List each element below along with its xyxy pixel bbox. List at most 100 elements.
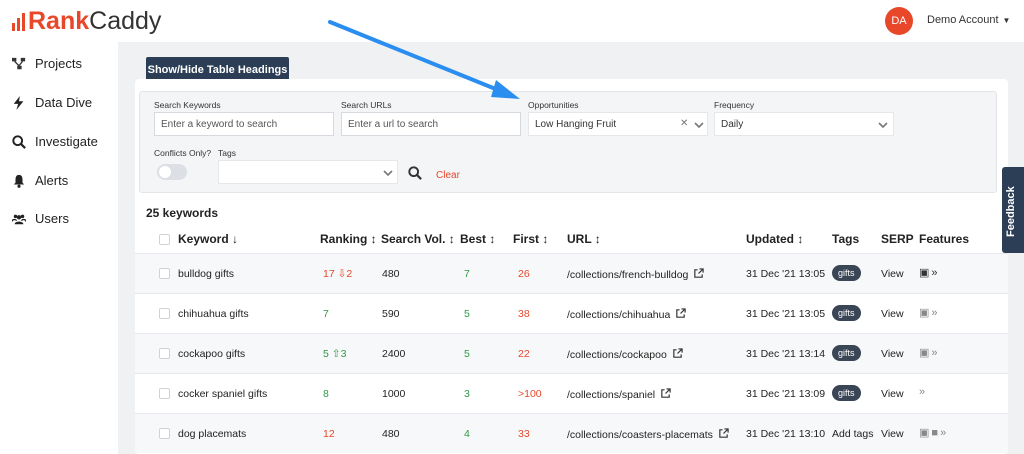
image-feature-icon: ▣ [919,347,930,359]
tag-badge[interactable]: gifts [832,385,861,401]
tag-badge[interactable]: gifts [832,265,861,281]
keywords-card: Search Keywords Enter a keyword to searc… [135,79,1008,454]
tags-select[interactable] [218,160,398,184]
search-icon [12,134,26,149]
url-cell[interactable]: /collections/chihuahua [567,308,687,321]
double-chevron-icon: » [919,386,926,398]
select-all-checkbox[interactable] [159,234,170,245]
chevron-down-icon[interactable] [878,122,888,129]
keyword-cell: dog placemats [178,428,247,440]
serp-view-link[interactable]: View [881,388,904,400]
external-link-icon[interactable] [693,268,705,279]
clear-filters-link[interactable]: Clear [436,170,460,181]
updated-cell: 31 Dec '21 13:09 [746,388,826,400]
features-cell[interactable]: » [919,386,925,398]
ranking-value: 7 [323,308,329,320]
col-keyword-label: Keyword ↓ [178,232,239,246]
external-link-icon[interactable] [660,388,671,399]
table-row[interactable]: chihuahua gifts 7 590 5 38 /collections/… [135,293,1008,333]
sidebar-item-data-dive[interactable]: Data Dive [12,95,92,110]
search-keywords-input[interactable]: Enter a keyword to search [154,112,334,136]
first-cell: 33 [518,428,530,440]
frequency-select[interactable]: Daily [714,112,894,136]
sidebar-item-label: Investigate [35,134,98,149]
table-row[interactable]: cocker spaniel gifts 8 1000 3 >100 /coll… [135,373,1008,413]
logo-bars-icon [12,11,25,31]
projects-icon [12,57,26,69]
search-keywords-label: Search Keywords [154,100,221,110]
col-search-vol[interactable]: Search Vol. ↕ [381,232,455,246]
rankcaddy-logo[interactable]: Rank Caddy [12,8,161,34]
feedback-tab[interactable]: Feedback [1002,167,1024,253]
col-first[interactable]: First ↕ [513,232,548,246]
sidebar-item-investigate[interactable]: Investigate [12,134,98,149]
ranking-cell: 8 [323,388,329,400]
row-checkbox[interactable] [159,348,170,359]
main-content: Show/Hide Table Headings Search Keywords… [118,42,1024,454]
external-link-icon[interactable] [675,308,687,319]
search-icon[interactable] [408,166,422,180]
sidebar-item-alerts[interactable]: Alerts [12,173,68,188]
row-checkbox[interactable] [159,308,170,319]
url-cell[interactable]: /collections/french-bulldog [567,268,705,281]
sidebar-item-projects[interactable]: Projects [12,56,82,71]
add-tags-link[interactable]: Add tags [832,428,873,440]
ranking-value: 12 [323,428,335,440]
logo-text-rank: Rank [28,7,90,35]
serp-view-link[interactable]: View [881,348,904,360]
double-chevron-icon: » [940,426,947,439]
chevron-down-icon[interactable] [383,170,393,177]
account-menu[interactable]: Demo Account ▼ [927,14,1010,26]
clear-selection-icon[interactable]: ✕ [680,118,688,129]
col-best[interactable]: Best ↕ [460,232,495,246]
row-checkbox[interactable] [159,388,170,399]
first-cell: 22 [518,348,530,360]
table-header: Keyword ↓ Ranking ↕ Search Vol. ↕ Best ↕… [135,223,1008,253]
best-cell: 4 [464,428,470,440]
col-ranking[interactable]: Ranking ↕ [320,232,377,246]
first-cell: 26 [518,268,530,280]
features-cell[interactable]: ▣ ■» [919,426,947,440]
tag-badge[interactable]: gifts [832,345,861,361]
row-checkbox[interactable] [159,428,170,439]
url-text: /collections/french-bulldog [567,269,689,281]
image-feature-icon: ▣ [919,427,930,439]
serp-view-link[interactable]: View [881,268,904,280]
search-urls-input[interactable]: Enter a url to search [341,112,521,136]
tag-badge[interactable]: gifts [832,305,861,321]
avatar[interactable]: DA [885,7,913,35]
best-cell: 7 [464,268,470,280]
external-link-icon[interactable] [672,348,683,359]
bolt-icon [13,95,24,110]
video-feature-icon: ■ [931,426,939,439]
chevron-down-icon[interactable] [694,122,704,129]
col-updated[interactable]: Updated ↕ [746,232,803,246]
updated-cell: 31 Dec '21 13:14 [746,348,826,360]
col-keyword[interactable]: Keyword ↓ [178,232,238,246]
url-text: /collections/coasters-placemats [567,429,713,441]
search-urls-label: Search URLs [341,100,392,110]
best-cell: 3 [464,388,470,400]
serp-view-link[interactable]: View [881,428,904,440]
row-checkbox[interactable] [159,268,170,279]
features-cell[interactable]: ▣» [919,346,938,360]
table-row[interactable]: bulldog gifts 17 ⇩2 480 7 26 /collection… [135,253,1008,293]
serp-view-link[interactable]: View [881,308,904,320]
ranking-cell: 7 [323,308,329,320]
external-link-icon[interactable] [718,428,729,439]
table-row[interactable]: dog placemats 12 480 4 33 /collections/c… [135,413,1008,453]
updated-cell: 31 Dec '21 13:05 [746,308,826,320]
url-cell[interactable]: /collections/coasters-placemats [567,428,729,441]
conflicts-toggle[interactable] [157,164,187,180]
bell-icon [13,174,25,188]
url-cell[interactable]: /collections/cockapoo [567,348,683,361]
url-text: /collections/spaniel [567,389,656,401]
features-cell[interactable]: ▣» [919,266,938,280]
url-cell[interactable]: /collections/spaniel [567,388,671,401]
sidebar-item-users[interactable]: Users [12,211,69,226]
col-url[interactable]: URL ↕ [567,232,601,246]
features-cell[interactable]: ▣» [919,306,938,320]
keyword-cell: chihuahua gifts [178,308,249,320]
best-cell: 5 [464,348,470,360]
table-row[interactable]: cockapoo gifts 5 ⇧3 2400 5 22 /collectio… [135,333,1008,373]
